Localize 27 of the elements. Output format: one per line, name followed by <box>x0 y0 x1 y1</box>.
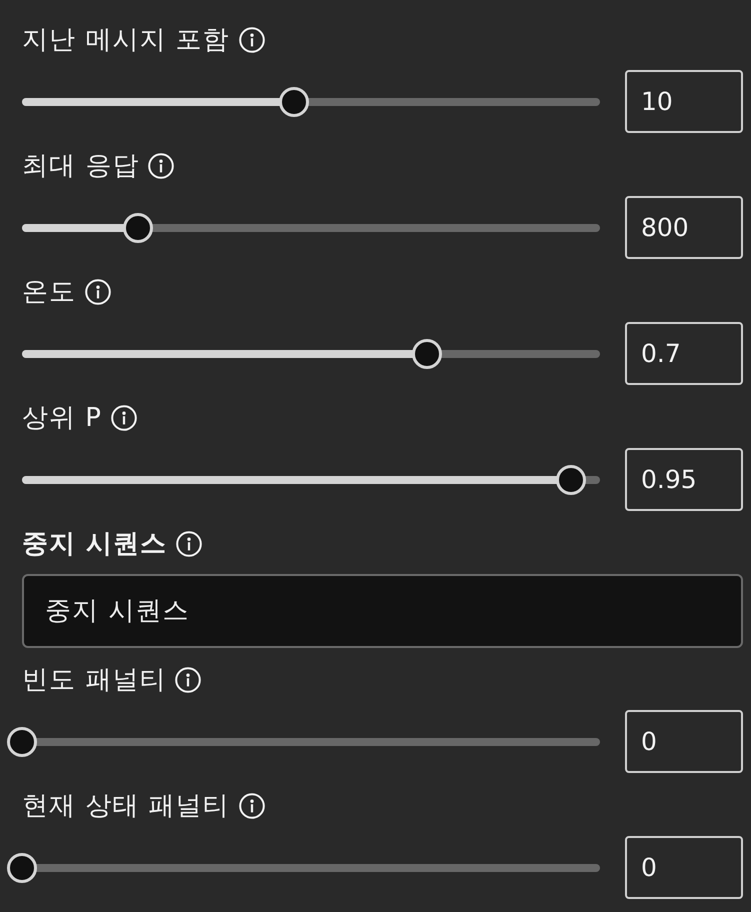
slider-thumb[interactable] <box>556 464 586 494</box>
slider-thumb[interactable] <box>7 726 37 756</box>
setting-label: 지난 메시지 포함 <box>22 24 230 57</box>
number-field[interactable]: 0 <box>625 710 743 773</box>
slider-thumb[interactable] <box>122 212 153 242</box>
stop-sequence-field[interactable]: 중지 시퀀스 <box>22 574 743 648</box>
info-icon[interactable] <box>175 667 202 693</box>
info-icon[interactable] <box>148 153 174 179</box>
slider-thumb[interactable] <box>278 86 309 116</box>
info-icon[interactable] <box>238 793 265 819</box>
setting-label: 상위 P <box>22 402 102 435</box>
number-field[interactable]: 0 <box>625 836 743 899</box>
info-icon[interactable] <box>238 27 265 53</box>
number-field[interactable]: 800 <box>625 196 743 259</box>
setting-label: 온도 <box>22 276 76 309</box>
number-field[interactable]: 0.7 <box>625 322 743 385</box>
setting-label: 최대 응답 <box>22 150 140 183</box>
setting-label: 빈도 패널티 <box>22 664 166 697</box>
setting-label: 중지 시퀀스 <box>22 528 168 561</box>
number-field[interactable]: 10 <box>625 70 743 133</box>
info-icon[interactable] <box>176 531 202 557</box>
info-icon[interactable] <box>85 279 111 305</box>
info-icon[interactable] <box>110 405 137 431</box>
slider-thumb[interactable] <box>7 852 37 882</box>
slider-thumb[interactable] <box>412 338 442 368</box>
number-field[interactable]: 0.95 <box>625 448 743 511</box>
setting-label: 현재 상태 패널티 <box>22 790 230 823</box>
